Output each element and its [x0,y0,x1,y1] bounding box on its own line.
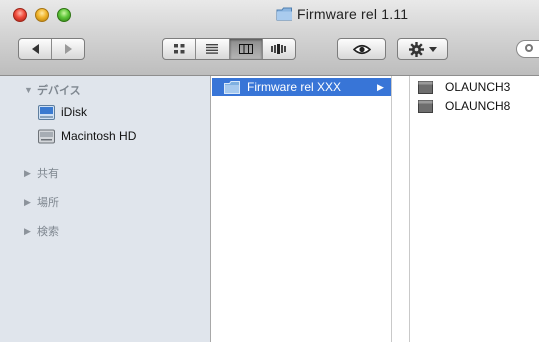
disclosure-right-icon: ▶ [24,225,31,236]
column-view-button[interactable] [228,39,262,59]
window-title-bar: Firmware rel 1.11 [0,6,539,24]
column-view-icon [238,44,253,54]
title-toolbar: Firmware rel 1.11 [0,0,539,76]
sidebar-section-label: デバイス [37,85,81,97]
list-item-label: Firmware rel XXX [247,80,342,94]
list-item-label: OLAUNCH8 [445,99,511,113]
eye-icon [352,44,371,54]
chevron-down-icon [428,46,437,52]
search-icon [525,44,533,52]
disclosure-down-icon: ▼ [24,85,33,95]
quick-look-button[interactable] [337,38,386,60]
list-item[interactable]: OLAUNCH3 [418,78,510,96]
window-title: Firmware rel 1.11 [297,6,409,22]
back-button[interactable] [19,39,51,59]
list-item[interactable]: OLAUNCH8 [418,97,510,115]
sidebar-section-places[interactable]: ▶ 場所 [24,194,59,210]
cover-flow-icon [271,44,287,54]
finder-window: Firmware rel 1.11 ▼ デバイス iDisk Macintosh… [0,0,539,342]
idisk-icon [38,104,55,120]
sidebar-section-search[interactable]: ▶ 検索 [24,223,59,239]
disclosure-right-icon: ▶ [24,167,31,178]
sidebar-item-label: Macintosh HD [61,129,137,143]
gear-icon [408,41,424,57]
list-view-icon [206,44,219,54]
action-menu-button[interactable] [397,38,448,60]
disclosure-right-icon: ▶ [24,196,31,207]
sidebar-item-idisk[interactable]: iDisk [38,103,87,121]
cover-flow-view-button[interactable] [261,39,295,59]
list-item[interactable]: Firmware rel XXX ▶ [212,78,391,96]
back-arrow-icon [31,44,39,54]
disclosure-right-icon: ▶ [377,81,384,92]
forward-arrow-icon [64,44,72,54]
view-mode-control [162,38,296,60]
sidebar-section-shared[interactable]: ▶ 共有 [24,165,59,181]
browser-column-3: OLAUNCH3 OLAUNCH8 [410,76,539,342]
forward-button[interactable] [51,39,84,59]
document-icon [418,99,433,113]
search-field[interactable] [516,40,539,58]
icon-view-icon [173,44,185,54]
folder-icon [224,80,240,94]
sidebar-section-devices[interactable]: ▼ デバイス [24,82,81,98]
sidebar-section-label: 共有 [37,168,59,180]
sidebar-item-macintosh-hd[interactable]: Macintosh HD [38,127,136,145]
icon-view-button[interactable] [163,39,195,59]
folder-icon [276,7,292,21]
document-icon [418,80,433,94]
sidebar: ▼ デバイス iDisk Macintosh HD ▶ 共有 ▶ 場所 ▶ 検索 [0,76,211,342]
browser-column-1: Firmware rel XXX ▶ [212,76,392,342]
list-view-button[interactable] [195,39,228,59]
sidebar-section-label: 場所 [37,197,59,209]
browser-column-2 [392,76,410,342]
sidebar-item-label: iDisk [61,105,87,119]
sidebar-section-label: 検索 [37,226,59,238]
list-item-label: OLAUNCH3 [445,80,511,94]
hard-drive-icon [38,129,55,143]
back-forward-control [18,38,85,60]
